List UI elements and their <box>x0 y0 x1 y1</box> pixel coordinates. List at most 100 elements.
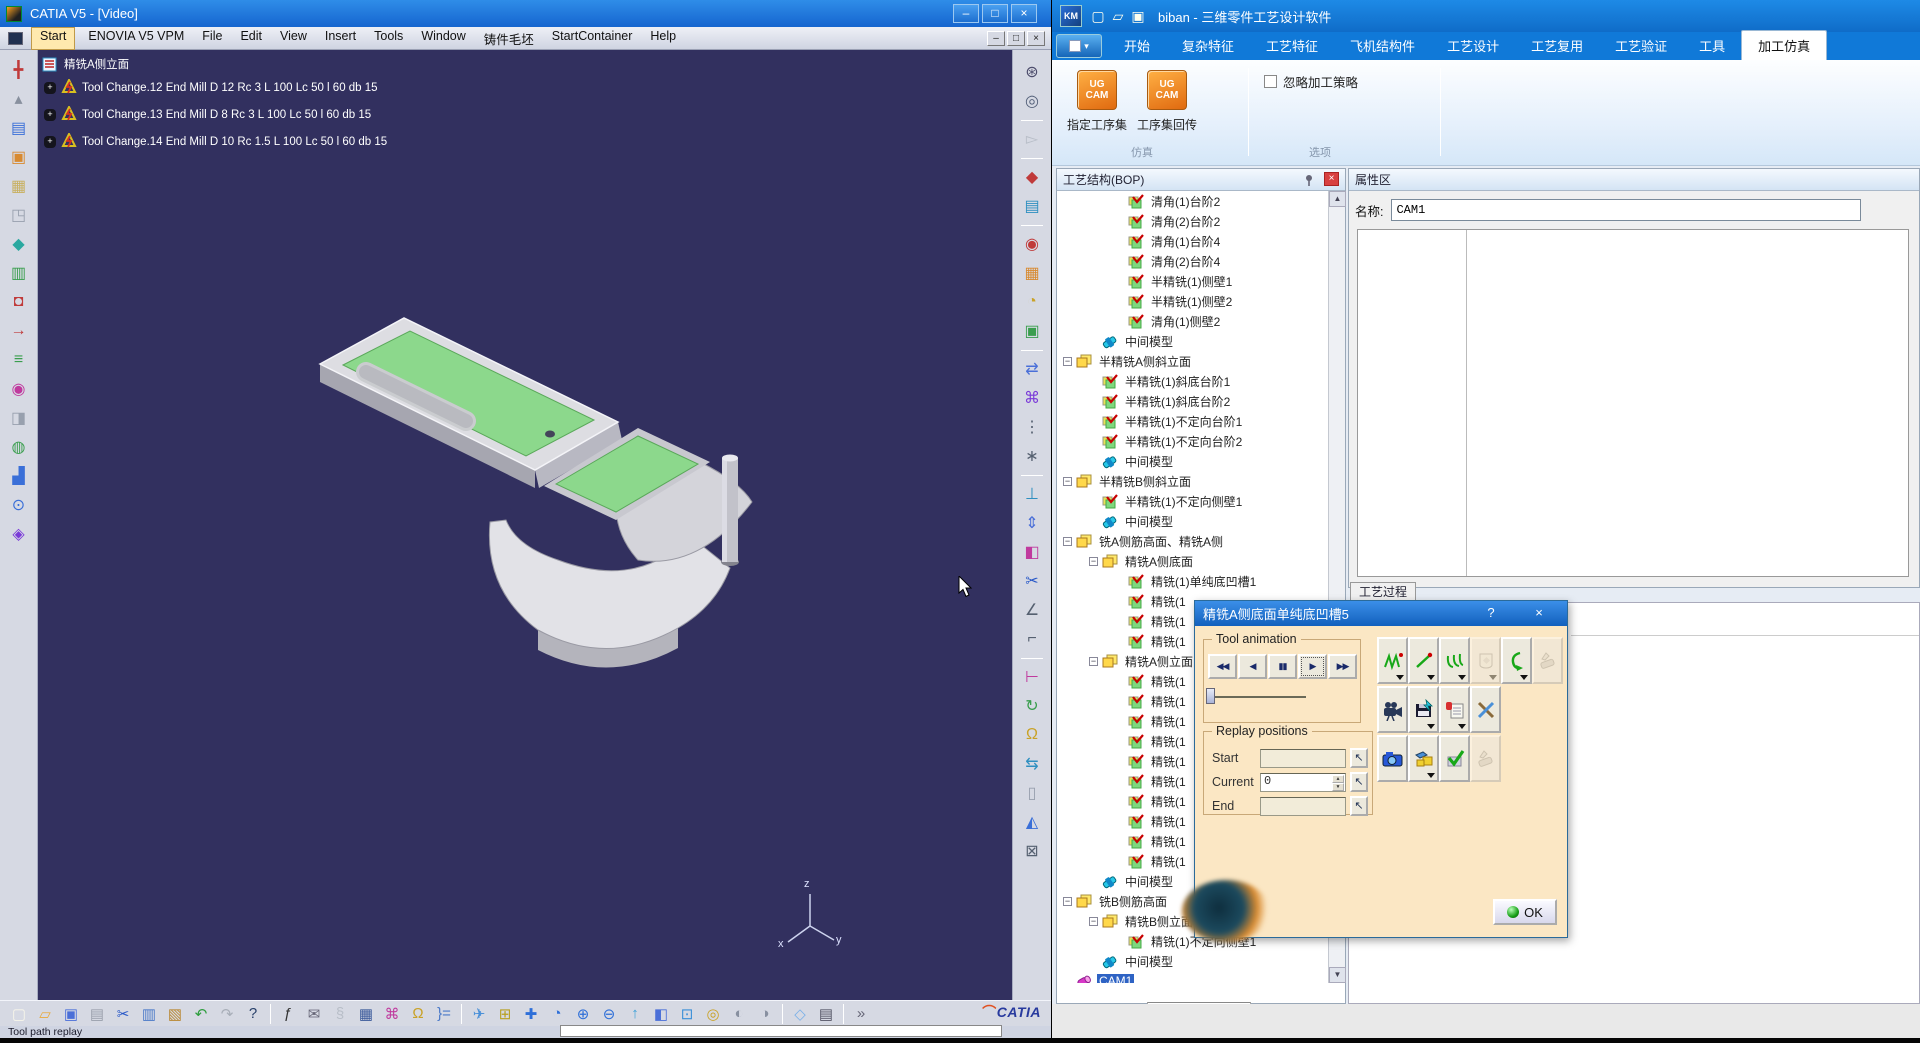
pin-icon[interactable] <box>1303 174 1315 186</box>
material-removal-icon[interactable] <box>1408 735 1439 782</box>
dialog-close-button[interactable]: × <box>1529 604 1549 622</box>
lock-icon[interactable]: Ω <box>405 1002 431 1026</box>
pick-position-button[interactable]: ↖ <box>1350 748 1368 768</box>
update-icon[interactable]: ↻ <box>1018 692 1046 719</box>
pick-position-button[interactable]: ↖ <box>1350 796 1368 816</box>
assign-opset-button[interactable]: UG CAM 指定工序集 <box>1064 66 1130 152</box>
tab-process[interactable]: 工艺过程 <box>1350 582 1416 602</box>
multi-view-icon[interactable]: ◧ <box>648 1002 674 1026</box>
dialog-help-button[interactable]: ? <box>1481 604 1501 622</box>
biban-titlebar[interactable]: KM ▢▱▣ biban - 三维零件工艺设计软件 <box>1052 0 1920 32</box>
tree-node-icon[interactable]: + <box>44 82 56 94</box>
chat-icon[interactable]: ✉ <box>301 1002 327 1026</box>
cut-icon[interactable]: ✂ <box>110 1002 136 1026</box>
spinner-control[interactable]: ▲▼ <box>1332 775 1344 790</box>
field-input-start[interactable] <box>1260 749 1346 768</box>
opset-writeback-button[interactable]: UG CAM 工序集回传 <box>1134 66 1200 152</box>
cut-plane-icon[interactable]: ✂ <box>1018 567 1046 594</box>
person-icon[interactable]: § <box>327 1002 353 1026</box>
tree-item[interactable]: 清角(2)台阶2 <box>1057 211 1329 231</box>
tree-item[interactable]: 半精铣(1)不定向台阶1 <box>1057 411 1329 431</box>
knowledge-icon[interactable]: }= <box>431 1002 457 1026</box>
pad-icon[interactable]: ▣ <box>5 143 33 170</box>
play-button[interactable]: ▶ <box>1298 654 1327 679</box>
notebook-icon[interactable]: ▤ <box>5 114 33 141</box>
tree-expander[interactable]: − <box>1063 357 1072 366</box>
redo-icon[interactable]: ↷ <box>214 1002 240 1026</box>
tree-item[interactable]: 中间模型 <box>1057 331 1329 351</box>
flask-icon[interactable]: ◭ <box>1018 808 1046 835</box>
save-doc-icon[interactable]: ▣ <box>1128 6 1148 26</box>
dropdown-arrow-icon[interactable] <box>1458 724 1466 729</box>
magenta-op-icon[interactable]: ◧ <box>1018 538 1046 565</box>
menu-item-Tools[interactable]: Tools <box>365 27 412 50</box>
tab-工艺复用[interactable]: 工艺复用 <box>1515 31 1599 60</box>
measure-icon[interactable]: ⌐ <box>1018 625 1046 652</box>
tree-item[interactable]: 精铣(1)单纯底凹槽1 <box>1057 571 1329 591</box>
box-icon[interactable]: ◳ <box>5 201 33 228</box>
toolpath-curve-icon[interactable] <box>1439 637 1470 684</box>
tree-item-tool-change[interactable]: +Tool Change.14 End Mill D 10 Rc 1.5 L 1… <box>44 128 387 155</box>
tree-item[interactable]: 半精铣(1)斜底台阶2 <box>1057 391 1329 411</box>
close-button[interactable]: × <box>1011 4 1037 23</box>
tree-item[interactable]: 中间模型 <box>1057 951 1329 971</box>
normal-view-icon[interactable]: ↑ <box>622 1002 648 1026</box>
catia-titlebar[interactable]: CATIA V5 - [Video] – □ × <box>0 0 1051 27</box>
name-input[interactable] <box>1391 199 1861 221</box>
pick-position-button[interactable]: ↖ <box>1350 772 1368 792</box>
diamond-tool-icon[interactable]: ◆ <box>5 230 33 257</box>
axes-icon[interactable]: ╋ <box>5 56 33 83</box>
open-folder-icon[interactable]: ▱ <box>32 1002 58 1026</box>
save-icon[interactable]: ▣ <box>58 1002 84 1026</box>
check-disc-icon[interactable]: ◍ <box>5 433 33 460</box>
tab-加工仿真[interactable]: 加工仿真 <box>1741 30 1827 60</box>
zoom-in-icon[interactable]: ⊕ <box>570 1002 596 1026</box>
checkbox-box[interactable] <box>1264 75 1277 88</box>
new-document-icon[interactable]: ▢ <box>6 1002 32 1026</box>
fast-forward-button[interactable]: ▶▶ <box>1328 654 1357 679</box>
3d-viewport[interactable]: 精铣A侧立面 +Tool Change.12 End Mill D 12 Rc … <box>38 50 1012 1000</box>
dropdown-arrow-icon[interactable] <box>1458 675 1466 680</box>
mdi-minimize-button[interactable]: – <box>987 31 1005 46</box>
nc-documentation-icon[interactable] <box>1439 686 1470 733</box>
scroll-up-arrow[interactable]: ▲ <box>1329 191 1346 207</box>
tree-expander[interactable]: − <box>1089 657 1098 666</box>
select-arrow-icon[interactable]: ▻ <box>1018 125 1046 152</box>
panel-close-icon[interactable]: × <box>1324 172 1339 186</box>
toolpath-loop-icon[interactable] <box>1501 637 1532 684</box>
catalog-book-icon[interactable]: ▣ <box>1018 317 1046 344</box>
paste-icon[interactable]: ▧ <box>162 1002 188 1026</box>
copy-icon[interactable]: ▥ <box>136 1002 162 1026</box>
ok-button[interactable]: OK <box>1493 899 1557 925</box>
stock-blocks-icon[interactable]: ▦ <box>1018 259 1046 286</box>
tree-item[interactable]: 清角(1)台阶2 <box>1057 191 1329 211</box>
zoom-out-icon[interactable]: ⊖ <box>596 1002 622 1026</box>
spinner-up-icon[interactable]: ▲ <box>1332 775 1344 783</box>
tab-复杂特征[interactable]: 复杂特征 <box>1166 31 1250 60</box>
tab-工艺验证[interactable]: 工艺验证 <box>1599 31 1683 60</box>
target-icon[interactable]: ⊙ <box>5 491 33 518</box>
tray-icon[interactable]: ▥ <box>5 259 33 286</box>
ignore-strategy-checkbox[interactable]: 忽略加工策略 <box>1264 72 1358 91</box>
gem-icon[interactable]: ◈ <box>5 520 33 547</box>
gear-assembly-icon[interactable]: ∗ <box>1018 442 1046 469</box>
pause-button[interactable]: ▮▮ <box>1268 654 1297 679</box>
rotate-icon[interactable]: ◔ <box>544 1002 570 1026</box>
fly-mode-icon[interactable]: ✈ <box>466 1002 492 1026</box>
menu-item-File[interactable]: File <box>193 27 231 50</box>
dropdown-arrow-icon[interactable] <box>1427 675 1435 680</box>
menu-item-Help[interactable]: Help <box>641 27 685 50</box>
transfer-icon[interactable]: ⇄ <box>1018 355 1046 382</box>
field-input-current[interactable]: 0▲▼ <box>1260 773 1346 792</box>
angle-icon[interactable]: ∠ <box>1018 596 1046 623</box>
tree-item[interactable]: 半精铣(1)斜底台阶1 <box>1057 371 1329 391</box>
structure-icon[interactable]: ⌘ <box>379 1002 405 1026</box>
tab-开始[interactable]: 开始 <box>1108 31 1166 60</box>
menu-item-View[interactable]: View <box>271 27 316 50</box>
minimize-button[interactable]: – <box>953 4 979 23</box>
menu-item-Edit[interactable]: Edit <box>231 27 271 50</box>
struct-icon[interactable]: ⊢ <box>1018 663 1046 690</box>
sketch-icon[interactable]: ▦ <box>5 172 33 199</box>
spinner-down-icon[interactable]: ▼ <box>1332 783 1344 791</box>
swap-icon[interactable]: ⇆ <box>1018 750 1046 777</box>
